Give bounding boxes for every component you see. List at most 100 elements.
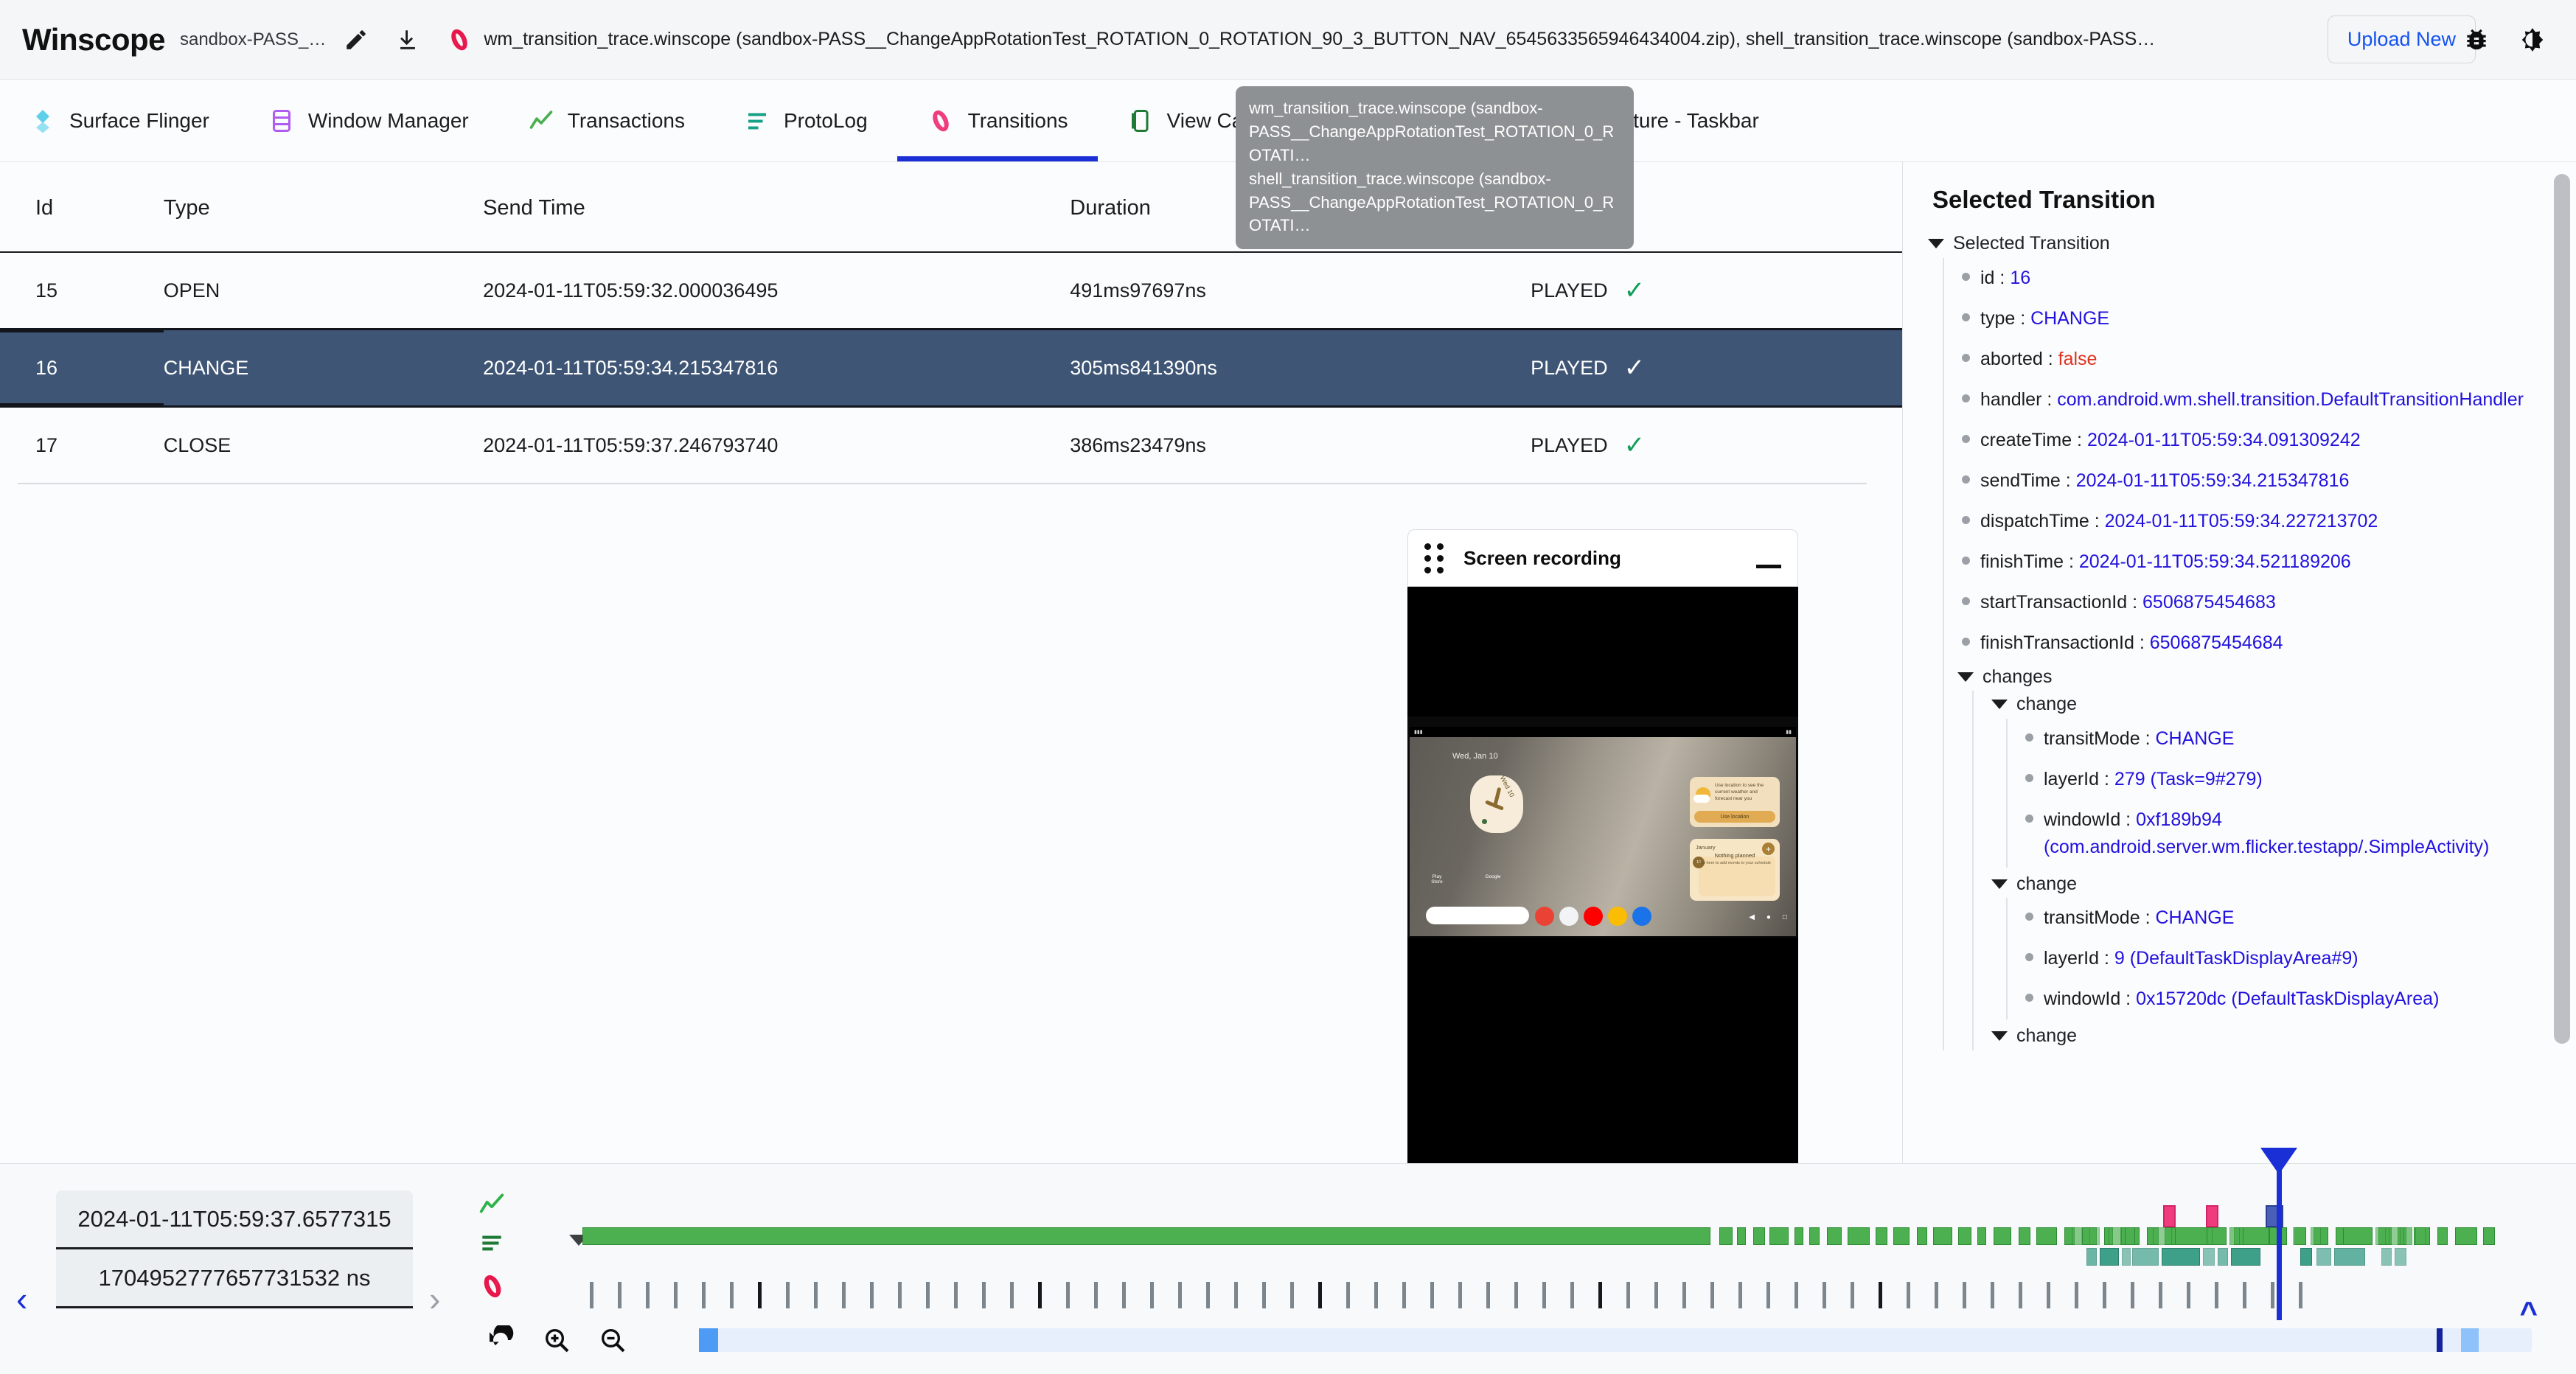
property-value: 2024-01-11T05:59:34.215347816 (2075, 470, 2350, 491)
timestamp-ns[interactable]: 1704952777657731532 ns (56, 1249, 413, 1308)
tree-node-root: Selected Transition id : 16 type : CHANG… (1928, 230, 2576, 1050)
property-key: transitMode (2044, 907, 2140, 928)
property-row[interactable]: finishTransactionId : 6506875454684 (1962, 623, 2576, 663)
chevron-down-icon[interactable] (1991, 700, 2008, 710)
property-row[interactable]: transitMode : CHANGE (2025, 719, 2576, 759)
bullet-icon (1962, 637, 1970, 646)
column-header-send-time[interactable]: Send Time (483, 162, 1071, 253)
screen-recording-title: Screen recording (1463, 546, 1621, 569)
timestamp-human[interactable]: 2024-01-11T05:59:37.6577315 (56, 1190, 413, 1249)
tree-node-toggle[interactable]: changes (1957, 663, 2576, 691)
transitions-icon (927, 107, 955, 135)
restore-icon[interactable] (478, 1319, 523, 1361)
right-pane-scrollbar[interactable] (2554, 170, 2570, 1157)
selected-transition-panel: Selected Transition Selected Transition … (1902, 162, 2576, 1163)
property-row[interactable]: type : CHANGE (1962, 299, 2576, 339)
drag-handle-icon[interactable] (1424, 543, 1444, 573)
track-row-cluster-upper (2072, 1227, 2544, 1245)
clock-weekday: Wed 10 (1498, 775, 1517, 798)
property-key: type (1980, 307, 2016, 329)
zoom-out-icon[interactable] (590, 1319, 636, 1361)
page-title: Selected Transition (1932, 186, 2156, 213)
property-value: 2024-01-11T05:59:34.227213702 (2104, 510, 2378, 531)
screen-recording-header[interactable]: Screen recording (1407, 529, 1798, 587)
property-row[interactable]: createTime : 2024-01-11T05:59:34.0913092… (1962, 420, 2576, 461)
table-row[interactable]: 17 CLOSE 2024-01-11T05:59:37.246793740 3… (0, 407, 1902, 484)
property-row[interactable]: handler : com.android.wm.shell.transitio… (1962, 380, 2576, 420)
check-icon: ✓ (1623, 431, 1646, 459)
zoom-in-icon[interactable] (534, 1319, 579, 1361)
app-google-folder: Google (1483, 874, 1503, 879)
phone-screen: ▮▮▮ ▮▮ Wed, Jan 10 Wed 10 Use location to… (1410, 727, 1796, 936)
tree-node-toggle[interactable]: change (1991, 691, 2576, 719)
property-row[interactable]: transitMode : CHANGE (2025, 898, 2576, 938)
bullet-icon (2025, 773, 2033, 782)
tree-node-toggle[interactable]: change (1991, 1022, 2576, 1050)
property-row[interactable]: finishTime : 2024-01-11T05:59:34.5211892… (1962, 542, 2576, 582)
timeline-zoom-scrollbar[interactable] (699, 1328, 2532, 1352)
marker-pink[interactable] (2206, 1205, 2218, 1227)
app-title: Winscope (22, 21, 165, 57)
property-key: dispatchTime (1980, 510, 2089, 531)
property-row[interactable]: sendTime : 2024-01-11T05:59:34.215347816 (1962, 461, 2576, 501)
property-row[interactable]: layerId : 9 (DefaultTaskDisplayArea#9) (2025, 938, 2576, 979)
phone-status-bar: ▮▮▮ ▮▮ (1410, 727, 1796, 737)
tab-window-manager[interactable]: Window Manager (239, 80, 498, 161)
tree-node-toggle[interactable]: change (1991, 871, 2576, 899)
tab-surface-flinger[interactable]: Surface Flinger (0, 80, 239, 161)
cell-type: CHANGE (163, 328, 484, 408)
chevron-left-icon[interactable]: ‹ (16, 1282, 27, 1316)
chevron-down-icon[interactable] (1928, 239, 1944, 249)
marker-pink[interactable] (2163, 1205, 2176, 1227)
column-header-type[interactable]: Type (163, 162, 484, 253)
download-icon[interactable] (386, 18, 429, 61)
minimize-icon[interactable] (1756, 564, 1781, 568)
tree-node-toggle[interactable]: Selected Transition (1928, 230, 2576, 258)
property-key: aborted (1980, 348, 2043, 369)
table-row[interactable]: 16 CHANGE 2024-01-11T05:59:34.215347816 … (0, 328, 1902, 408)
property-key: handler (1980, 388, 2042, 410)
pencil-icon[interactable] (335, 18, 377, 61)
tree-children: id : 16 type : CHANGE aborted : false ha… (1943, 257, 2576, 1050)
app-label: Play Store (1431, 874, 1443, 885)
property-row[interactable]: startTransactionId : 6506875454683 (1962, 582, 2576, 623)
tab-protolog[interactable]: ProtoLog (714, 80, 897, 161)
timeline-panel: ‹ › 2024-01-11T05:59:37.6577315 17049527… (0, 1148, 2576, 1374)
timestamp-box[interactable]: 2024-01-11T05:59:37.6577315 170495277765… (56, 1190, 413, 1308)
tree-node-change: change transitMode : CHANGE (1991, 691, 2576, 868)
scrollbar-thumb[interactable] (2554, 174, 2570, 1044)
timeline-controls (478, 1319, 2576, 1361)
tree-node-change: change (1991, 1022, 2576, 1050)
property-row[interactable]: dispatchTime : 2024-01-11T05:59:34.22721… (1962, 501, 2576, 542)
screen-recording-video[interactable]: ▮▮▮ ▮▮ Wed, Jan 10 Wed 10 Use location to… (1407, 587, 1798, 1163)
zoom-scrollbar-thumb[interactable] (699, 1328, 718, 1352)
tab-transitions[interactable]: Transitions (897, 80, 1098, 161)
track-icon-protolog[interactable] (478, 1229, 566, 1257)
chevron-down-icon[interactable] (1957, 672, 1974, 682)
use-location-button: Use location (1694, 811, 1775, 823)
cell-status: PLAYED ✓ (1531, 328, 1902, 408)
screen-recording-panel[interactable]: Screen recording ▮▮▮ ▮▮ Wed, Jan 10 Wed 1… (1407, 529, 1798, 1163)
bug-icon[interactable] (2455, 18, 2498, 61)
chevron-down-icon[interactable] (1991, 879, 2008, 889)
tree-node-changes: changes change transitMode: CHANGE laye… (1957, 663, 2576, 1050)
property-row[interactable]: layerId : 279 (Task=9#279) (2025, 759, 2576, 800)
track-icon-transitions[interactable] (478, 1272, 566, 1301)
timeline-playhead[interactable] (2260, 1148, 2297, 1320)
tab-label: Surface Flinger (69, 108, 209, 132)
table-row[interactable]: 15 OPEN 2024-01-11T05:59:32.000036495 49… (0, 252, 1902, 329)
cell-send-time: 2024-01-11T05:59:37.246793740 (483, 433, 779, 456)
status-badge: PLAYED (1531, 433, 1608, 456)
dark-mode-icon[interactable] (2511, 18, 2554, 61)
tab-transactions[interactable]: Transactions (498, 80, 714, 161)
property-row[interactable]: windowId : 0xf189b94 (com.android.server… (2025, 800, 2576, 868)
column-header-id[interactable]: Id (0, 162, 164, 253)
property-key: sendTime (1980, 470, 2061, 491)
property-row[interactable]: id : 16 (1962, 258, 2576, 299)
property-row[interactable]: aborted : false (1962, 339, 2576, 380)
property-row[interactable]: windowId : 0x15720dc (DefaultTaskDisplay… (2025, 979, 2576, 1019)
chevron-down-icon[interactable] (1991, 1031, 2008, 1042)
track-icon-transactions[interactable] (478, 1190, 566, 1218)
tree-node-label: changes (1983, 666, 2053, 687)
chevron-right-icon[interactable]: › (429, 1282, 440, 1316)
